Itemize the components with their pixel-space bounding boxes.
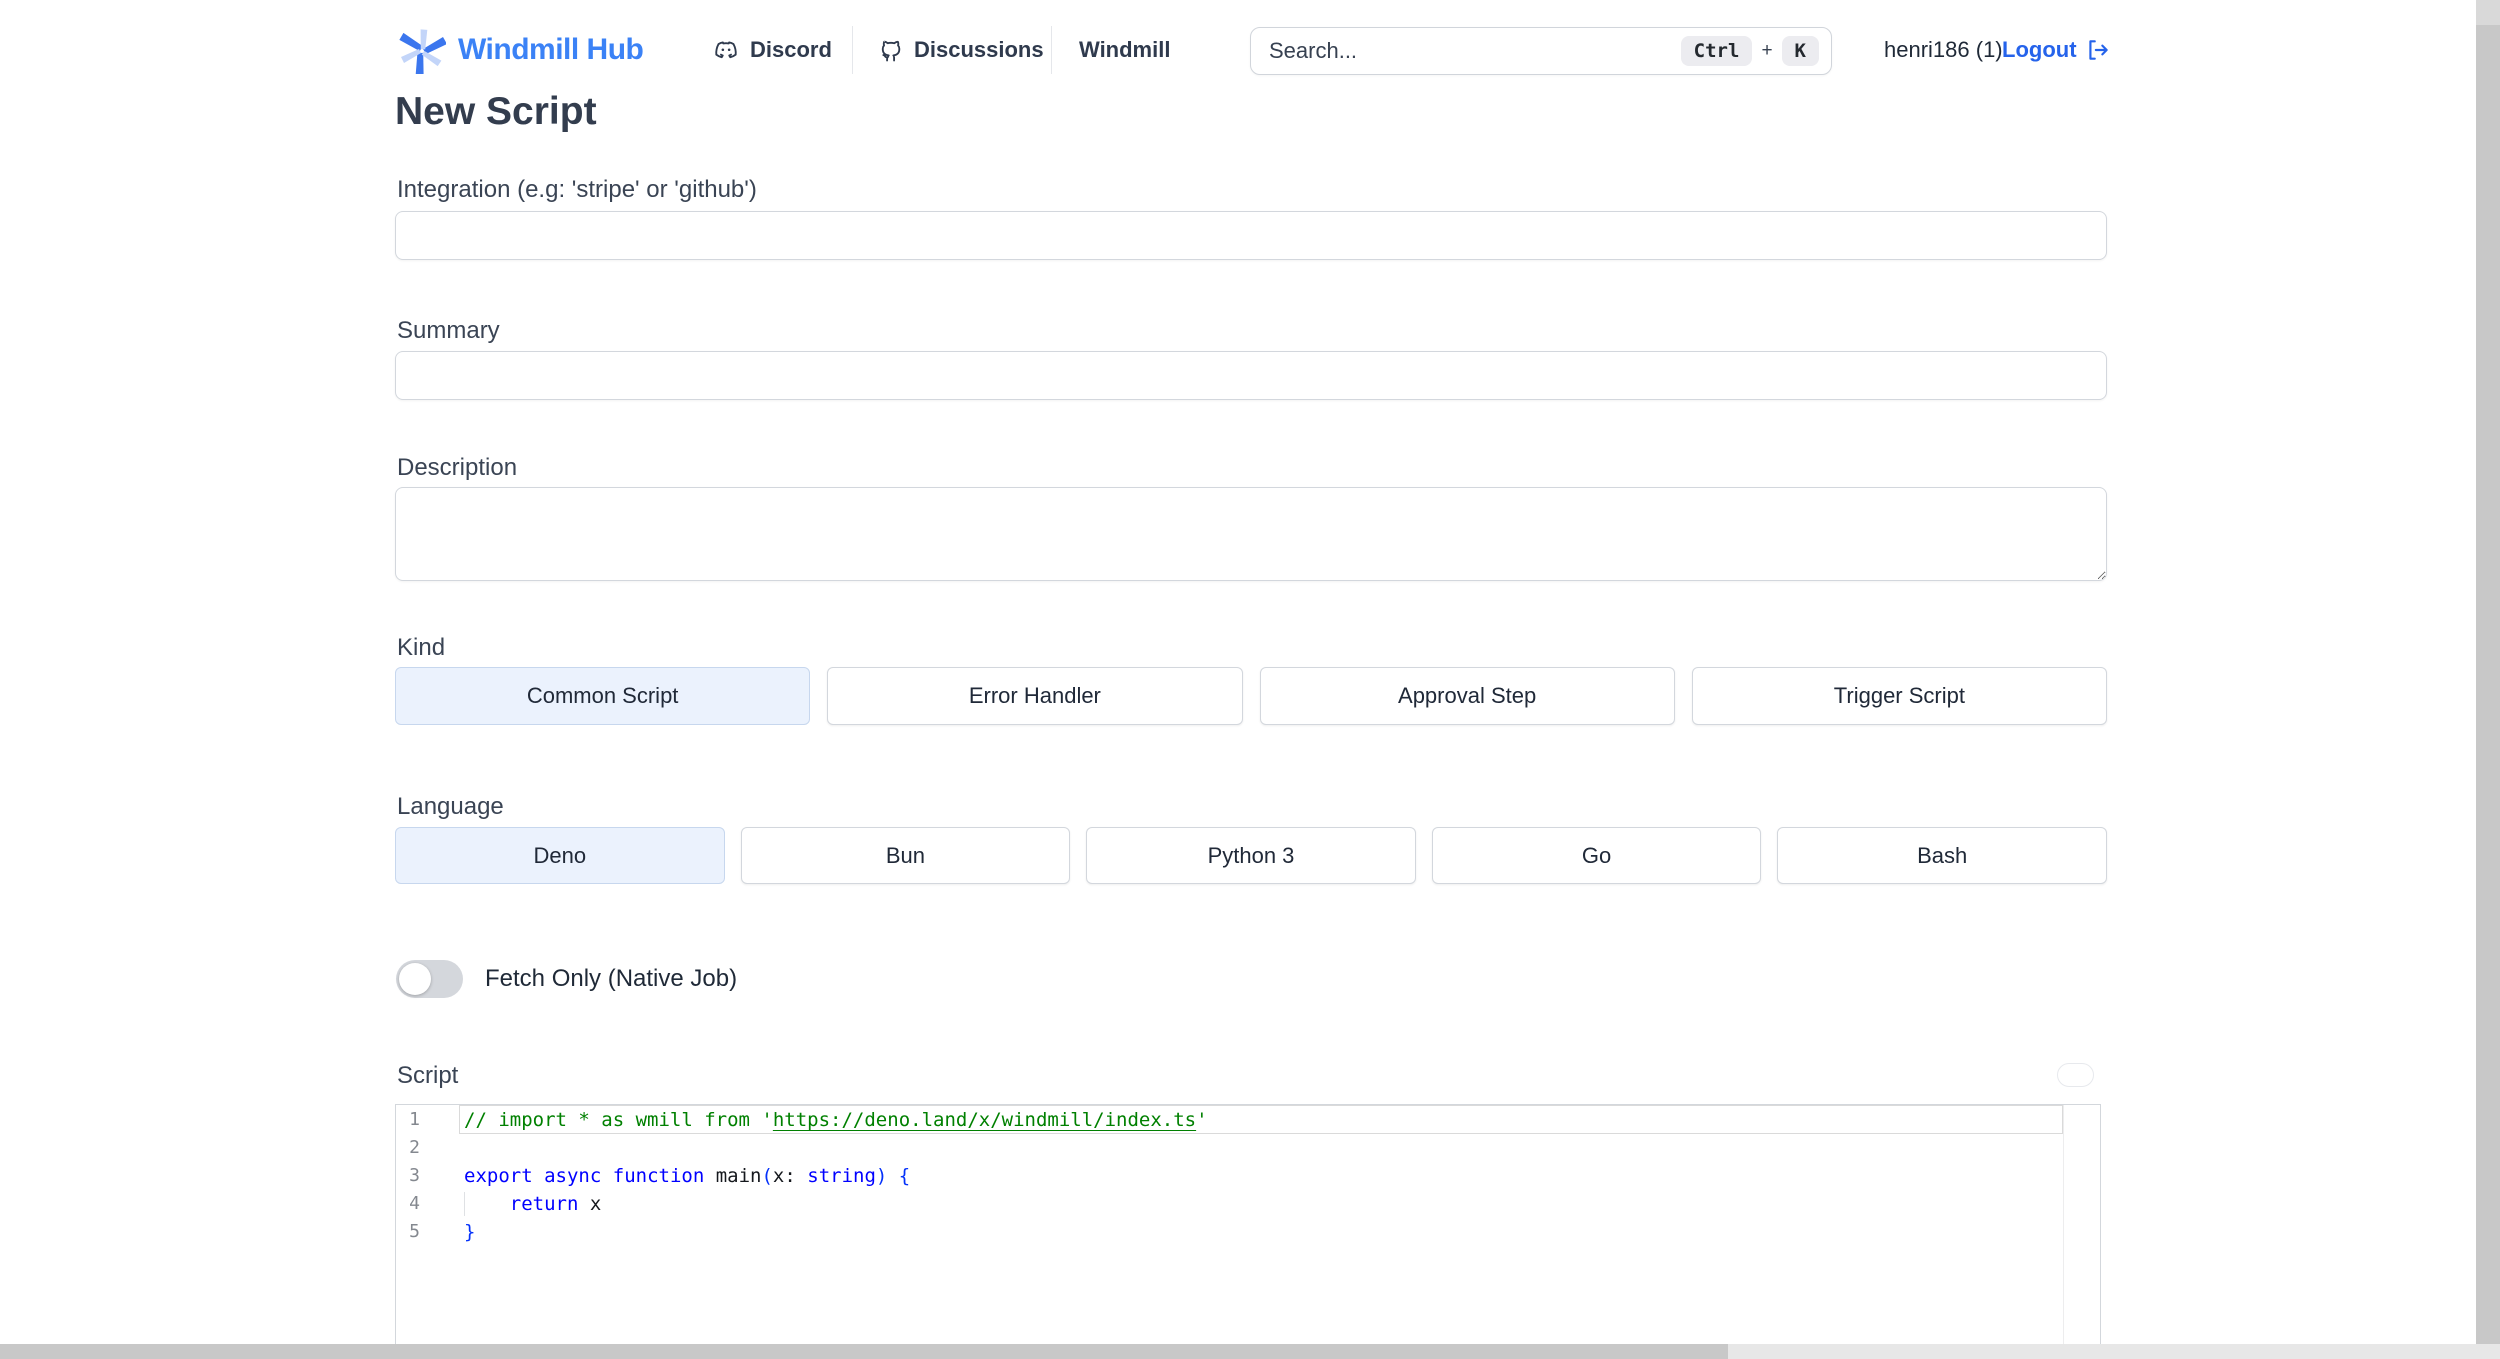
editor-code-area[interactable]: // import * as wmill from 'https://deno.… <box>459 1106 2064 1246</box>
language-python3-button[interactable]: Python 3 <box>1086 827 1416 884</box>
code-line[interactable]: export async function main(x: string) { <box>459 1162 2064 1190</box>
editor-gutter: 1 2 3 4 5 <box>396 1106 459 1246</box>
page-horizontal-scrollbar[interactable] <box>0 1344 2500 1359</box>
language-bun-button[interactable]: Bun <box>740 827 1071 884</box>
language-deno-button[interactable]: Deno <box>395 827 725 884</box>
line-number: 2 <box>409 1137 420 1158</box>
code-line[interactable]: } <box>459 1218 2064 1246</box>
summary-label: Summary <box>397 317 500 344</box>
toggle-knob <box>399 963 431 995</box>
horizontal-scrollbar-thumb[interactable] <box>0 1344 1728 1359</box>
page: Windmill Hub Discord Discussions Windmil… <box>0 0 2500 1359</box>
integration-input[interactable] <box>395 211 2107 260</box>
indent-guide-line <box>464 1192 465 1216</box>
language-go-button[interactable]: Go <box>1431 827 1762 884</box>
kind-trigger-script-button[interactable]: Trigger Script <box>1691 667 2107 725</box>
line-number: 4 <box>409 1193 420 1214</box>
fetch-only-toggle[interactable] <box>396 960 463 998</box>
code-editor[interactable]: 1 2 3 4 5 // import * as wmill from 'https:/… <box>395 1104 2101 1359</box>
language-bash-button[interactable]: Bash <box>1777 827 2107 884</box>
page-title: New Script <box>395 90 597 133</box>
line-number: 3 <box>409 1165 420 1186</box>
editor-scrollbar-gutter <box>2063 1105 2064 1358</box>
description-textarea[interactable] <box>395 487 2107 581</box>
fetch-only-label: Fetch Only (Native Job) <box>485 965 738 992</box>
kind-button-group: Common Script Error Handler Approval Ste… <box>395 667 2107 725</box>
page-vertical-scrollbar[interactable] <box>2476 0 2500 1344</box>
kind-error-handler-button[interactable]: Error Handler <box>827 667 1243 725</box>
summary-input[interactable] <box>395 351 2107 400</box>
kind-common-script-button[interactable]: Common Script <box>395 667 811 725</box>
line-number: 1 <box>409 1109 420 1130</box>
fetch-only-row: Fetch Only (Native Job) <box>396 960 737 998</box>
main-content: New Script Integration (e.g: 'stripe' or… <box>395 0 2107 1359</box>
language-label: Language <box>397 793 504 820</box>
code-line[interactable]: return x <box>459 1190 2064 1218</box>
integration-label: Integration (e.g: 'stripe' or 'github') <box>397 176 757 203</box>
description-label: Description <box>397 454 518 481</box>
vertical-scrollbar-thumb[interactable] <box>2476 25 2500 1344</box>
kind-approval-step-button[interactable]: Approval Step <box>1259 667 1675 725</box>
language-button-group: Deno Bun Python 3 Go Bash <box>395 827 2107 884</box>
code-line[interactable]: // import * as wmill from 'https://deno.… <box>459 1106 2064 1134</box>
kind-label: Kind <box>397 634 446 661</box>
line-number: 5 <box>409 1221 420 1242</box>
code-line[interactable] <box>459 1134 2064 1162</box>
script-editor-toggle[interactable] <box>2057 1063 2094 1087</box>
script-label: Script <box>397 1062 459 1089</box>
